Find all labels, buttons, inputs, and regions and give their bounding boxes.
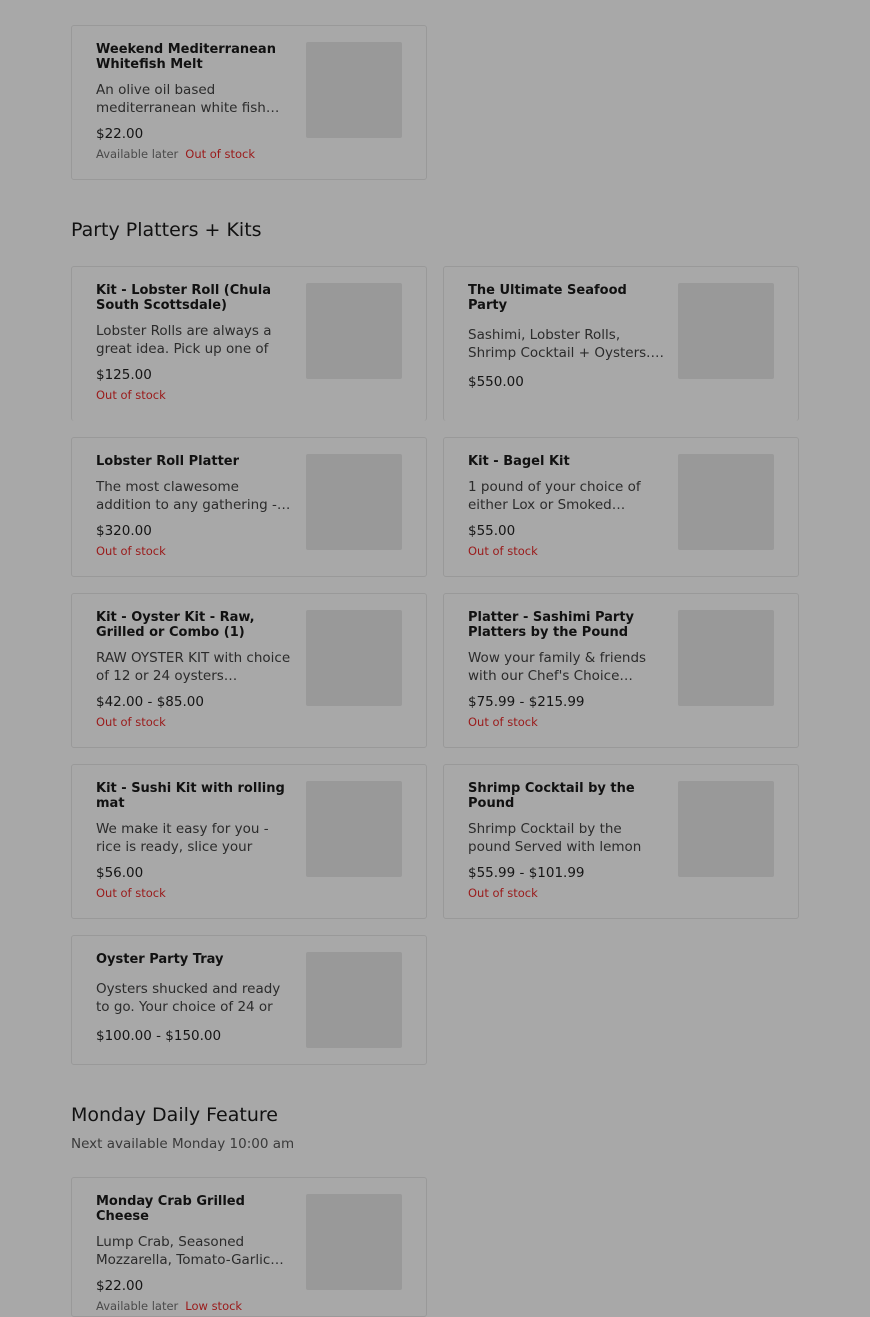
item-name: Monday Crab Grilled Cheese: [96, 1194, 245, 1224]
item-name: Lobster Roll Platter: [96, 454, 240, 469]
item-price: $56.00: [96, 865, 144, 881]
item-name: Kit - Bagel Kit: [468, 454, 570, 469]
item-name: Kit - Oyster Kit - Raw, Grilled or Combo…: [96, 610, 255, 640]
stock-status: Out of stock: [96, 388, 166, 402]
stock-status: Out of stock: [96, 544, 166, 558]
item-price: $75.99 - $215.99: [468, 694, 585, 710]
item-price: $550.00: [468, 374, 524, 390]
item-price: $100.00 - $150.00: [96, 1028, 222, 1044]
item-name: Platter - Sashimi Party Platters by the …: [468, 610, 635, 640]
item-name: Oyster Party Tray: [96, 952, 224, 967]
item-image: [678, 781, 774, 877]
item-name: Kit - Sushi Kit with rolling mat: [96, 781, 285, 811]
item-image: [678, 283, 774, 379]
item-description: 1 pound of your choice of either Lox or …: [468, 479, 641, 513]
item-description: Wow your family & friends with our Chef'…: [468, 650, 647, 684]
item-image: [678, 454, 774, 550]
item-price: $22.00: [96, 126, 144, 142]
item-price: $125.00: [96, 367, 152, 383]
item-image: [678, 610, 774, 706]
menu-item-card[interactable]: Platter - Sashimi Party Platters by the …: [443, 593, 799, 748]
item-image: [306, 283, 402, 379]
availability-text: Available later: [96, 147, 179, 161]
item-name: Kit - Lobster Roll (Chula South Scottsda…: [96, 283, 272, 313]
menu-item-card[interactable]: Kit - Oyster Kit - Raw, Grilled or Combo…: [71, 593, 427, 748]
item-price: $22.00: [96, 1278, 144, 1294]
item-description: Lump Crab, Seasoned Mozzarella, Tomato-G…: [96, 1234, 284, 1268]
availability-text: Available later: [96, 1299, 179, 1313]
menu-item-card[interactable]: Weekend Mediterranean Whitefish Melt An …: [71, 25, 427, 180]
item-description: Sashimi, Lobster Rolls, Shrimp Cocktail …: [468, 327, 664, 361]
item-description: RAW OYSTER KIT with choice of 12 or 24 o…: [96, 650, 291, 684]
item-image: [306, 952, 402, 1048]
menu-item-card[interactable]: Lobster Roll Platter The most clawesome …: [71, 437, 427, 577]
menu-item-card[interactable]: Oyster Party Tray Oysters shucked and re…: [71, 935, 427, 1065]
section-title: Monday Daily Feature: [71, 1104, 278, 1126]
item-price: $42.00 - $85.00: [96, 694, 204, 710]
item-description: We make it easy for you - rice is ready,…: [96, 821, 269, 855]
item-image: [306, 781, 402, 877]
section-subtitle: Next available Monday 10:00 am: [71, 1136, 295, 1152]
stock-status: Out of stock: [468, 715, 538, 729]
menu-item-card[interactable]: Kit - Bagel Kit 1 pound of your choice o…: [443, 437, 799, 577]
menu-item-card[interactable]: Monday Crab Grilled Cheese Lump Crab, Se…: [71, 1177, 427, 1317]
stock-status: Out of stock: [96, 715, 166, 729]
item-image: [306, 610, 402, 706]
item-price: $55.00: [468, 523, 516, 539]
stock-status: Out of stock: [185, 147, 256, 161]
item-name: Shrimp Cocktail by the Pound: [468, 781, 635, 811]
item-description: An olive oil based mediterranean white f…: [96, 82, 280, 116]
item-image: [306, 454, 402, 550]
menu-item-card[interactable]: Shrimp Cocktail by the Pound Shrimp Cock…: [443, 764, 799, 919]
item-description: Shrimp Cocktail by the pound Served with…: [468, 821, 642, 855]
menu-item-card[interactable]: The Ultimate Seafood Party Sashimi, Lobs…: [443, 266, 799, 421]
item-name: The Ultimate Seafood Party: [468, 283, 627, 313]
item-price: $320.00: [96, 523, 152, 539]
menu-item-card[interactable]: Kit - Sushi Kit with rolling mat We make…: [71, 764, 427, 919]
item-description: Lobster Rolls are always a great idea. P…: [96, 323, 272, 357]
stock-status: Out of stock: [468, 544, 538, 558]
section-title: Party Platters + Kits: [71, 219, 262, 241]
item-description: The most clawesome addition to any gathe…: [96, 479, 291, 513]
stock-status: Out of stock: [96, 886, 166, 900]
menu-item-card[interactable]: Kit - Lobster Roll (Chula South Scottsda…: [71, 266, 427, 421]
stock-status: Low stock: [185, 1299, 243, 1313]
item-description: Oysters shucked and ready to go. Your ch…: [96, 981, 281, 1015]
item-name: Weekend Mediterranean Whitefish Melt: [96, 42, 276, 72]
item-image: [306, 42, 402, 138]
item-image: [306, 1194, 402, 1290]
item-price: $55.99 - $101.99: [468, 865, 585, 881]
stock-status: Out of stock: [468, 886, 538, 900]
